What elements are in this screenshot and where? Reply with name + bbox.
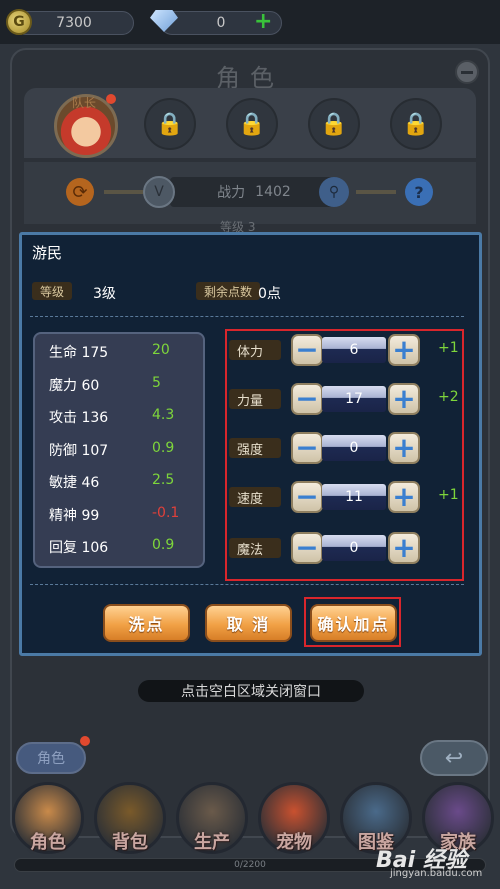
gold-amount: 7300: [56, 15, 92, 31]
ornament-right: [356, 190, 396, 194]
attribute-value: 0: [322, 435, 386, 461]
ornament-left: [104, 190, 144, 194]
level-tag: 等级: [32, 282, 73, 300]
divider: [30, 316, 464, 317]
stat-bonus-value: 4.3: [152, 407, 175, 423]
attribute-bonus: +1: [438, 340, 459, 356]
role-tab-button[interactable]: 角色: [16, 742, 86, 774]
dialog-title: 游民: [32, 244, 63, 262]
gold-coin-icon: G: [6, 9, 32, 35]
increase-button[interactable]: +: [388, 532, 420, 564]
stat-bonus-value: 5: [152, 374, 161, 391]
lock-icon: 🔒: [156, 111, 184, 137]
nav-label: 背包: [112, 832, 148, 853]
attribute-value: 17: [322, 386, 386, 412]
close-hint: 点击空白区域关闭窗口: [138, 680, 364, 702]
attribute-bonus: +1: [438, 487, 459, 503]
captain-label: 队长: [72, 96, 97, 110]
remaining-points-tag: 剩余点数: [196, 282, 261, 300]
back-arrow-icon[interactable]: ↩: [420, 740, 488, 776]
power-display: 战力 1402: [170, 177, 338, 207]
highlight-box: [304, 597, 401, 647]
decrease-button[interactable]: −: [291, 481, 323, 513]
nav-label: 宠物: [276, 832, 312, 853]
attribute-value: 6: [322, 337, 386, 363]
stat-bonus-value: -0.1: [152, 504, 180, 521]
stat-label: 敏捷 46: [49, 475, 100, 491]
attribute-value: 0: [322, 535, 386, 561]
level-value: 3级: [93, 286, 116, 302]
reset-points-button[interactable]: 洗点: [103, 604, 190, 642]
power-label: 战力: [217, 185, 246, 201]
decrease-button[interactable]: −: [291, 334, 323, 366]
notification-dot: [106, 94, 116, 104]
stat-bonus-value: 0.9: [152, 537, 175, 553]
stat-label: 回复 106: [49, 540, 109, 556]
add-gems-icon[interactable]: +: [254, 9, 272, 34]
attribute-label: 力量: [229, 389, 281, 409]
minimize-icon[interactable]: [455, 60, 479, 84]
nav-label: 角色: [30, 832, 66, 853]
remaining-points-value: 0点: [258, 286, 281, 302]
lock-icon: 🔒: [320, 111, 348, 137]
increase-button[interactable]: +: [388, 481, 420, 513]
locked-slot[interactable]: 🔒: [308, 98, 360, 150]
lock-icon: 🔒: [402, 111, 430, 137]
attribute-value: 11: [322, 484, 386, 510]
notification-dot: [80, 736, 90, 746]
increase-button[interactable]: +: [388, 334, 420, 366]
divider: [30, 584, 464, 585]
gold-counter: 7300: [14, 11, 134, 35]
watermark-url: jingyan.baidu.com: [390, 868, 483, 879]
attribute-label: 体力: [229, 340, 281, 360]
gem-amount: 0: [216, 15, 226, 31]
decrease-button[interactable]: −: [291, 532, 323, 564]
stat-bonus-value: 2.5: [152, 472, 175, 488]
stat-label: 攻击 136: [49, 410, 109, 426]
decrease-button[interactable]: −: [291, 432, 323, 464]
increase-button[interactable]: +: [388, 383, 420, 415]
search-icon[interactable]: ⚲: [319, 177, 349, 207]
attribute-bonus: +2: [438, 389, 459, 405]
attribute-label: 强度: [229, 438, 281, 458]
nav-label: 生产: [194, 832, 230, 853]
stat-label: 魔力 60: [49, 377, 100, 394]
locked-slot[interactable]: 🔒: [390, 98, 442, 150]
stat-label: 生命 175: [49, 345, 109, 361]
cancel-button[interactable]: 取 消: [205, 604, 292, 642]
increase-button[interactable]: +: [388, 432, 420, 464]
stat-label: 防御 107: [49, 442, 109, 459]
lock-icon: 🔒: [238, 111, 266, 137]
stat-bonus-value: 0.9: [152, 439, 175, 456]
stat-label: 精神 99: [49, 507, 100, 524]
stat-bonus-value: 20: [152, 342, 170, 358]
attribute-label: 魔法: [229, 538, 281, 558]
refresh-icon[interactable]: ⟳: [66, 178, 94, 206]
attribute-label: 速度: [229, 487, 281, 507]
shield-icon: V: [143, 176, 175, 208]
power-value: 1402: [255, 184, 291, 200]
locked-slot[interactable]: 🔒: [226, 98, 278, 150]
locked-slot[interactable]: 🔒: [144, 98, 196, 150]
help-icon[interactable]: ?: [405, 178, 433, 206]
decrease-button[interactable]: −: [291, 383, 323, 415]
